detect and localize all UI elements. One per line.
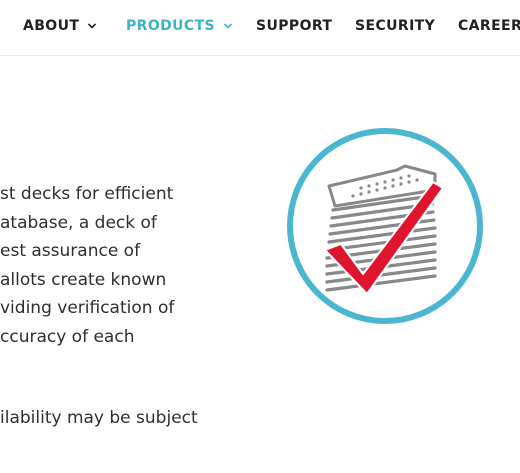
nav-item-about[interactable]: ABOUT	[23, 18, 97, 34]
nav-item-support[interactable]: SUPPORT	[256, 18, 332, 34]
ballot-stack-checkmark-icon	[285, 126, 485, 326]
product-description: st decks for efficient atabase, a deck o…	[0, 180, 230, 351]
nav-item-label: ABOUT	[23, 18, 80, 34]
main-navigation: ABOUT PRODUCTS SUPPORT SECURITY CAREERS	[0, 0, 520, 56]
page: ABOUT PRODUCTS SUPPORT SECURITY CAREER S …	[0, 0, 520, 473]
nav-item-security[interactable]: SECURITY	[355, 18, 435, 34]
nav-item-label: SUPPORT	[256, 18, 333, 34]
nav-item-careers[interactable]: CAREERS	[458, 18, 520, 34]
nav-item-label: PRODUCTS	[126, 18, 216, 34]
nav-item-label: SECURITY	[355, 18, 436, 34]
description-line: allots create known	[0, 269, 167, 290]
description-line: viding verification of	[0, 298, 175, 318]
chevron-down-icon	[223, 21, 233, 31]
nav-item-products[interactable]: PRODUCTS	[126, 18, 233, 34]
nav-item-label: CAREERS	[458, 18, 520, 34]
description-line: est assurance of	[0, 241, 141, 261]
description-line: st decks for efficient	[0, 184, 174, 204]
chevron-down-icon	[87, 21, 97, 31]
availability-note: ilability may be subject	[0, 408, 198, 428]
description-line: atabase, a deck of	[0, 212, 157, 233]
description-line: ccuracy of each	[0, 326, 135, 347]
